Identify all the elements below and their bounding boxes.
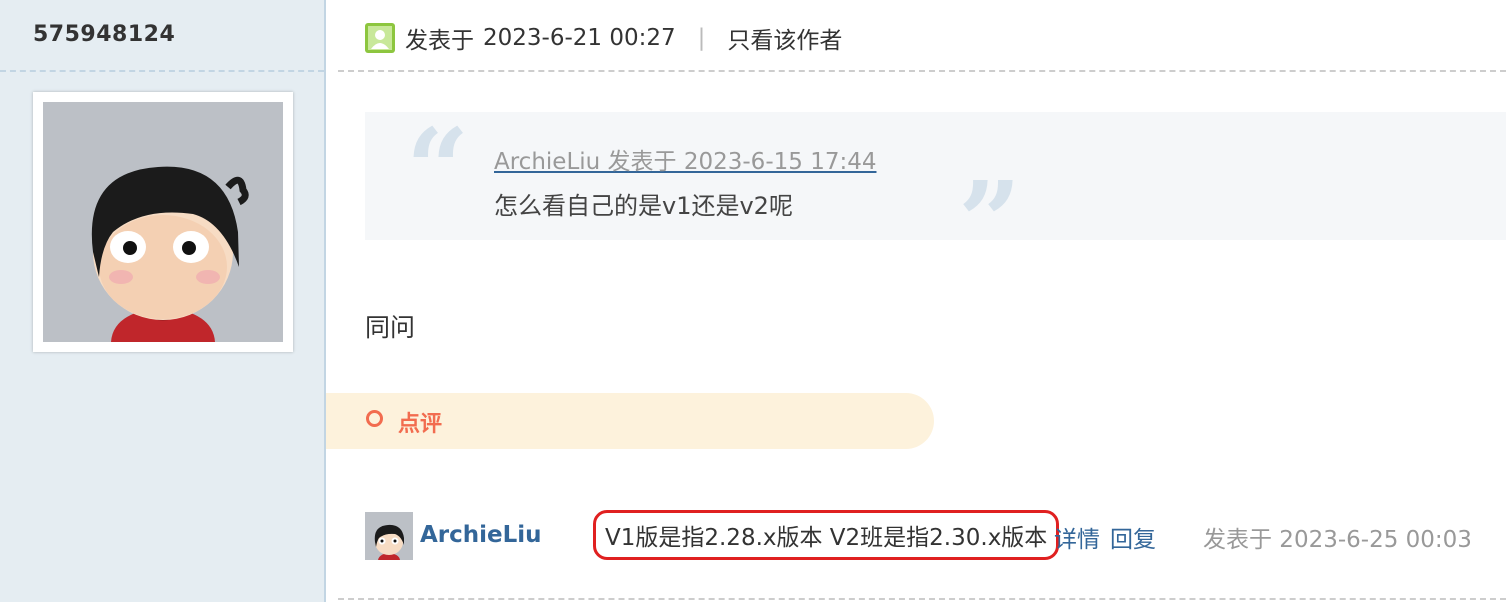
sidebar-divider	[0, 70, 324, 72]
comment-item: ArchieLiu V1版是指2.28.x版本 V2班是指2.30.x版本 详情…	[365, 510, 1506, 560]
comment-section-label: 点评	[398, 412, 443, 437]
posted-time: 2023-6-21 00:27	[483, 25, 676, 51]
comment-circle-icon	[366, 410, 383, 427]
quote-text: 怎么看自己的是v1还是v2呢	[494, 192, 793, 220]
post-body: 同问	[365, 313, 416, 342]
quote-close-mark: ”	[958, 157, 1022, 286]
quote-meta-link[interactable]: ArchieLiu 发表于 2023-6-15 17:44	[494, 142, 876, 176]
quote-open-mark: “	[406, 104, 470, 233]
author-username[interactable]: 575948124	[33, 22, 175, 47]
comment-section-header: 点评	[326, 393, 934, 449]
comment-detail-link[interactable]: 详情	[1054, 520, 1100, 554]
comment-text-highlighted: V1版是指2.28.x版本 V2班是指2.30.x版本	[593, 510, 1060, 560]
avatar-cartoon-icon	[365, 512, 413, 560]
author-sidebar: 575948124	[0, 0, 326, 602]
comment-reply-link[interactable]: 回复	[1110, 520, 1156, 554]
post-header: 发表于 2023-6-21 00:27 | 只看该作者	[365, 22, 842, 54]
posted-prefix: 发表于	[405, 28, 474, 54]
post-main: 发表于 2023-6-21 00:27 | 只看该作者 “ ArchieLiu …	[326, 0, 1506, 602]
header-divider	[338, 70, 1506, 72]
author-avatar[interactable]	[33, 92, 293, 352]
bottom-divider	[338, 598, 1506, 600]
commenter-avatar[interactable]	[365, 512, 413, 560]
quote-block: “ ArchieLiu 发表于 2023-6-15 17:44 怎么看自己的是v…	[365, 104, 1506, 277]
header-separator: |	[697, 25, 706, 51]
only-author-link[interactable]: 只看该作者	[727, 21, 842, 55]
avatar-cartoon-icon	[43, 102, 283, 342]
commenter-username[interactable]: ArchieLiu	[420, 522, 542, 548]
comment-posted-time: 发表于 2023-6-25 00:03	[1203, 527, 1472, 553]
user-online-icon	[365, 23, 395, 53]
